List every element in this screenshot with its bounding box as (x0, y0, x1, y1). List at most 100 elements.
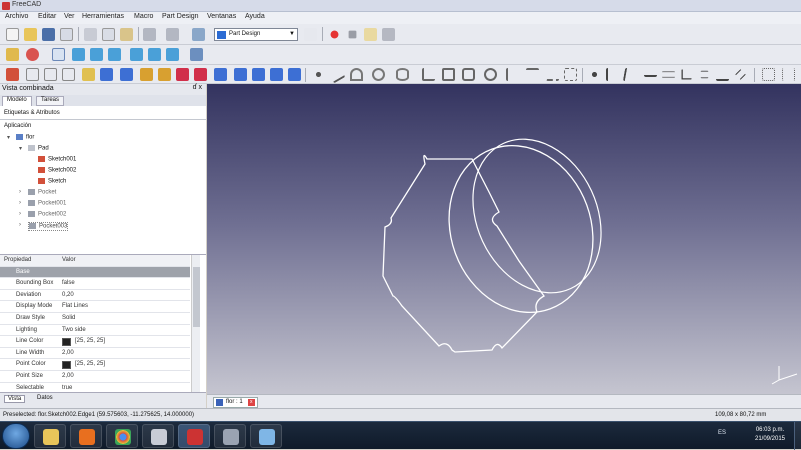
workbench-selector[interactable]: Part Design ▼ (214, 28, 298, 41)
axonometric-view-icon[interactable] (52, 48, 65, 61)
tree-item-pad[interactable]: Pad (28, 145, 49, 152)
property-row[interactable]: Deviation 0,20 (0, 290, 190, 302)
left-view-icon[interactable] (166, 48, 179, 61)
linear-pattern-icon[interactable] (234, 68, 247, 81)
menu-ver[interactable]: Ver (64, 13, 75, 20)
tab-modelo[interactable]: Modelo (2, 96, 32, 106)
taskbar-settings[interactable] (214, 424, 246, 448)
sketch-external-icon[interactable] (546, 68, 559, 81)
expand-icon[interactable]: › (19, 211, 21, 217)
constrain-point-on-object-icon[interactable] (606, 68, 619, 81)
run-macro-icon[interactable] (382, 28, 395, 41)
tree-item-pocket001[interactable]: Pocket001 (28, 200, 66, 207)
constrain-horizontal-icon[interactable] (644, 64, 657, 77)
property-row[interactable]: Display Mode Flat Lines (0, 301, 190, 313)
stop-macro-icon[interactable] (348, 30, 357, 39)
pocket-icon[interactable] (100, 68, 113, 81)
print-icon[interactable] (60, 28, 73, 41)
sketch-arc-icon[interactable] (350, 68, 363, 81)
leave-sketch-icon[interactable] (26, 68, 39, 81)
menu-ayuda[interactable]: Ayuda (245, 13, 265, 20)
sketch-icon[interactable] (6, 68, 19, 81)
sketch-point-icon[interactable] (312, 68, 325, 81)
sketch-slot-icon[interactable] (484, 68, 497, 81)
property-row[interactable]: Line Color [25, 25, 25] (0, 336, 190, 348)
property-row[interactable]: Bounding Box false (0, 278, 190, 290)
menu-part-design[interactable]: Part Design (162, 13, 199, 20)
open-folder-icon[interactable] (24, 28, 37, 41)
bottom-view-icon[interactable] (148, 48, 161, 61)
property-scrollbar[interactable] (191, 255, 200, 393)
expand-icon[interactable]: ▾ (19, 145, 22, 152)
revolution-icon[interactable] (120, 68, 133, 81)
sketch-fillet-icon[interactable] (506, 68, 519, 81)
menu-macro[interactable]: Macro (134, 13, 153, 20)
tab-datos[interactable]: Datos (34, 395, 56, 401)
pad-icon[interactable] (82, 68, 95, 81)
tree-item-pocket[interactable]: Pocket (28, 189, 56, 196)
new-file-icon[interactable] (6, 28, 19, 41)
sketch-construction-icon[interactable] (564, 68, 577, 81)
constrain-coincident-icon[interactable] (588, 68, 601, 81)
chamfer-icon[interactable] (176, 68, 189, 81)
fit-all-icon[interactable] (6, 48, 19, 61)
menu-archivo[interactable]: Archivo (5, 13, 28, 20)
tree-item-document[interactable]: flor (16, 134, 34, 141)
sketch-polyline-icon[interactable] (422, 68, 435, 81)
copy-icon[interactable] (102, 28, 115, 41)
groove-icon[interactable] (140, 68, 153, 81)
sketch-rectangle-icon[interactable] (442, 68, 455, 81)
menu-ventanas[interactable]: Ventanas (207, 13, 236, 20)
expand-icon[interactable]: › (19, 222, 21, 228)
tab-vista[interactable]: Vista (4, 395, 26, 403)
multitransform-icon[interactable] (288, 68, 301, 81)
view-sketch-icon[interactable] (44, 68, 57, 81)
redo-icon[interactable] (166, 28, 179, 41)
rear-view-icon[interactable] (130, 48, 143, 61)
tree-item-sketch[interactable]: Sketch (38, 178, 66, 185)
taskbar-calculator[interactable] (142, 424, 174, 448)
system-clock[interactable]: 06:03 p.m. 21/09/2015 (750, 426, 790, 444)
taskbar-freecad[interactable] (178, 424, 210, 448)
sketch-conic-icon[interactable] (396, 68, 409, 81)
top-view-icon[interactable] (90, 48, 103, 61)
scaled-icon[interactable] (270, 68, 283, 81)
constrain-symmetric-icon[interactable] (734, 68, 747, 81)
taskbar-media[interactable] (70, 424, 102, 448)
tree-item-sketch002[interactable]: Sketch002 (38, 167, 76, 174)
close-icon[interactable]: x (247, 399, 255, 406)
cut-icon[interactable] (84, 28, 97, 41)
undo-icon[interactable] (143, 28, 156, 41)
property-row[interactable]: Line Width 2,00 (0, 348, 190, 360)
paste-icon[interactable] (120, 28, 133, 41)
polar-pattern-icon[interactable] (252, 68, 265, 81)
expand-icon[interactable]: › (19, 189, 21, 195)
draw-style-icon[interactable] (26, 48, 39, 61)
mirrored-icon[interactable] (214, 68, 227, 81)
sketch-circle-icon[interactable] (372, 68, 385, 81)
tree-item-pocket003[interactable]: Pocket003 (28, 222, 69, 231)
constrain-distance-icon[interactable] (782, 68, 795, 81)
draft-icon[interactable] (194, 68, 207, 81)
measure-distance-icon[interactable] (190, 48, 203, 61)
tab-flor-1[interactable]: flor : 1 x (213, 397, 258, 408)
panel-close-icon[interactable]: ɗ x (193, 84, 202, 91)
map-sketch-icon[interactable] (62, 68, 75, 81)
constrain-parallel-icon[interactable] (662, 71, 675, 78)
sketch-polygon-icon[interactable] (462, 68, 475, 81)
expand-icon[interactable]: › (19, 200, 21, 206)
front-view-icon[interactable] (72, 48, 85, 61)
language-indicator[interactable]: ES (718, 430, 726, 436)
menu-editar[interactable]: Editar (38, 13, 56, 20)
property-row[interactable]: Point Size 2,00 (0, 371, 190, 383)
taskbar-paint[interactable] (250, 424, 282, 448)
constrain-perpendicular-icon[interactable] (681, 69, 692, 80)
tree-item-pocket002[interactable]: Pocket002 (28, 211, 66, 218)
constrain-tangent-icon[interactable] (716, 68, 729, 81)
taskbar-chrome[interactable] (106, 424, 138, 448)
property-row[interactable]: Lighting Two side (0, 325, 190, 337)
constrain-lock-icon[interactable] (762, 68, 775, 81)
sketch-line-icon[interactable] (327, 65, 346, 84)
show-desktop-button[interactable] (794, 422, 801, 450)
right-view-icon[interactable] (108, 48, 121, 61)
